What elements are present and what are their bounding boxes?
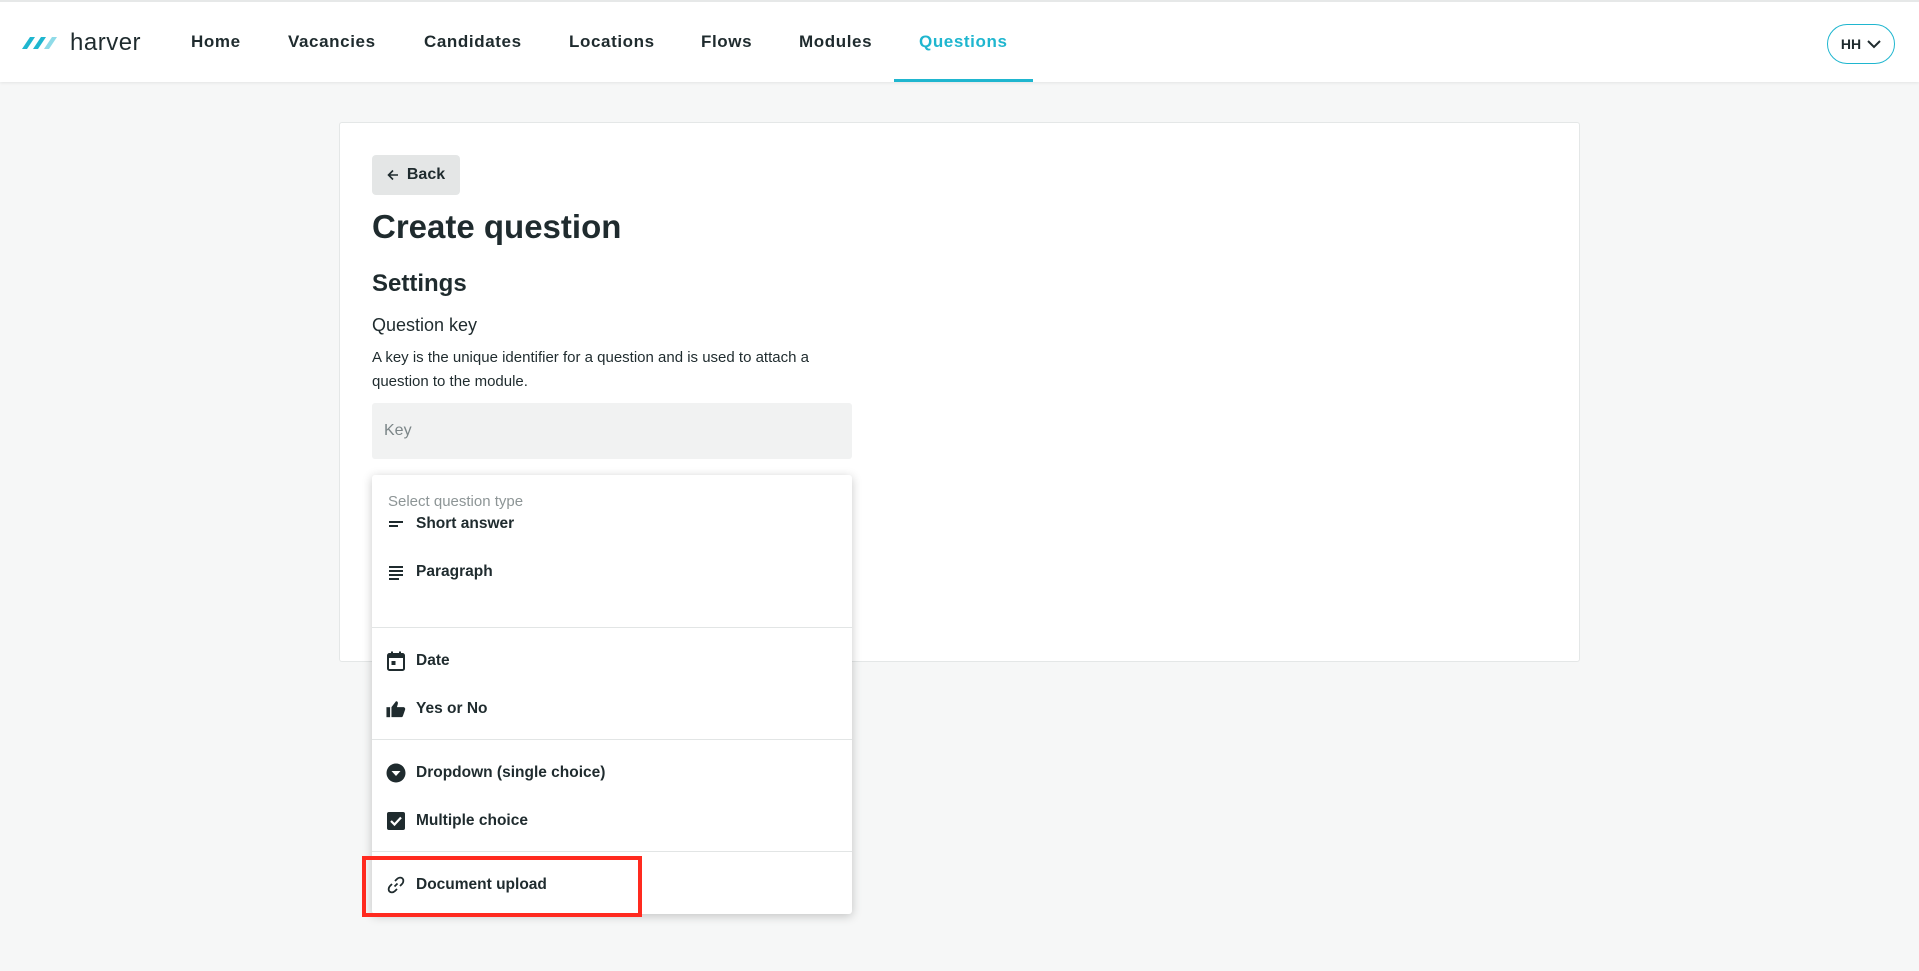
harver-logo[interactable]: harver bbox=[22, 28, 141, 58]
nav-modules[interactable]: Modules bbox=[799, 2, 872, 82]
option-yes-or-no[interactable]: Yes or No bbox=[372, 687, 852, 731]
nav-questions[interactable]: Questions bbox=[894, 2, 1032, 82]
option-multiple-choice[interactable]: Multiple choice bbox=[372, 799, 852, 843]
option-label: Dropdown (single choice) bbox=[416, 764, 606, 781]
settings-heading: Settings bbox=[372, 270, 467, 297]
nav-candidates[interactable]: Candidates bbox=[424, 2, 522, 82]
logo-text: harver bbox=[70, 29, 142, 56]
user-initials: HH bbox=[1840, 36, 1862, 52]
option-label: Multiple choice bbox=[416, 812, 528, 829]
arrow-left-icon bbox=[387, 169, 398, 181]
paragraph-icon bbox=[386, 562, 406, 582]
option-label: Short answer bbox=[416, 515, 515, 532]
link-icon bbox=[386, 875, 406, 895]
nav-home[interactable]: Home bbox=[191, 2, 241, 82]
nav-vacancies[interactable]: Vacancies bbox=[288, 2, 376, 82]
option-short-answer[interactable]: Short answer bbox=[372, 502, 852, 546]
harver-logo-icon bbox=[22, 37, 57, 49]
option-label: Document upload bbox=[416, 876, 547, 893]
thumbs-up-icon bbox=[386, 699, 406, 719]
user-menu-button[interactable]: HH bbox=[1827, 24, 1895, 64]
checkbox-icon bbox=[386, 811, 406, 831]
question-key-label: Question key bbox=[372, 315, 478, 335]
top-navigation-bar: harver Home Vacancies Candidates Locatio… bbox=[0, 0, 1919, 82]
dropdown-circle-icon bbox=[386, 763, 406, 783]
short-text-icon bbox=[386, 514, 406, 534]
calendar-icon bbox=[386, 651, 406, 671]
question-key-input[interactable] bbox=[372, 403, 852, 459]
option-label: Yes or No bbox=[416, 700, 488, 717]
nav-locations[interactable]: Locations bbox=[569, 2, 655, 82]
menu-divider bbox=[372, 739, 852, 740]
option-date[interactable]: Date bbox=[372, 639, 852, 683]
option-label: Date bbox=[416, 652, 450, 669]
nav-flows[interactable]: Flows bbox=[701, 2, 752, 82]
option-label: Paragraph bbox=[416, 563, 493, 580]
back-button-label: Back bbox=[406, 166, 446, 183]
option-paragraph[interactable]: Paragraph bbox=[372, 550, 852, 594]
back-button[interactable]: Back bbox=[372, 155, 460, 195]
question-type-menu: Select question type Short answer Paragr… bbox=[372, 475, 852, 914]
option-document-upload[interactable]: Document upload bbox=[372, 863, 852, 907]
menu-divider bbox=[372, 627, 852, 628]
question-key-description: A key is the unique identifier for a que… bbox=[372, 349, 809, 390]
option-dropdown-single-choice[interactable]: Dropdown (single choice) bbox=[372, 751, 852, 795]
page-title: Create question bbox=[372, 208, 622, 245]
menu-divider bbox=[372, 851, 852, 852]
chevron-down-icon bbox=[1867, 39, 1881, 48]
